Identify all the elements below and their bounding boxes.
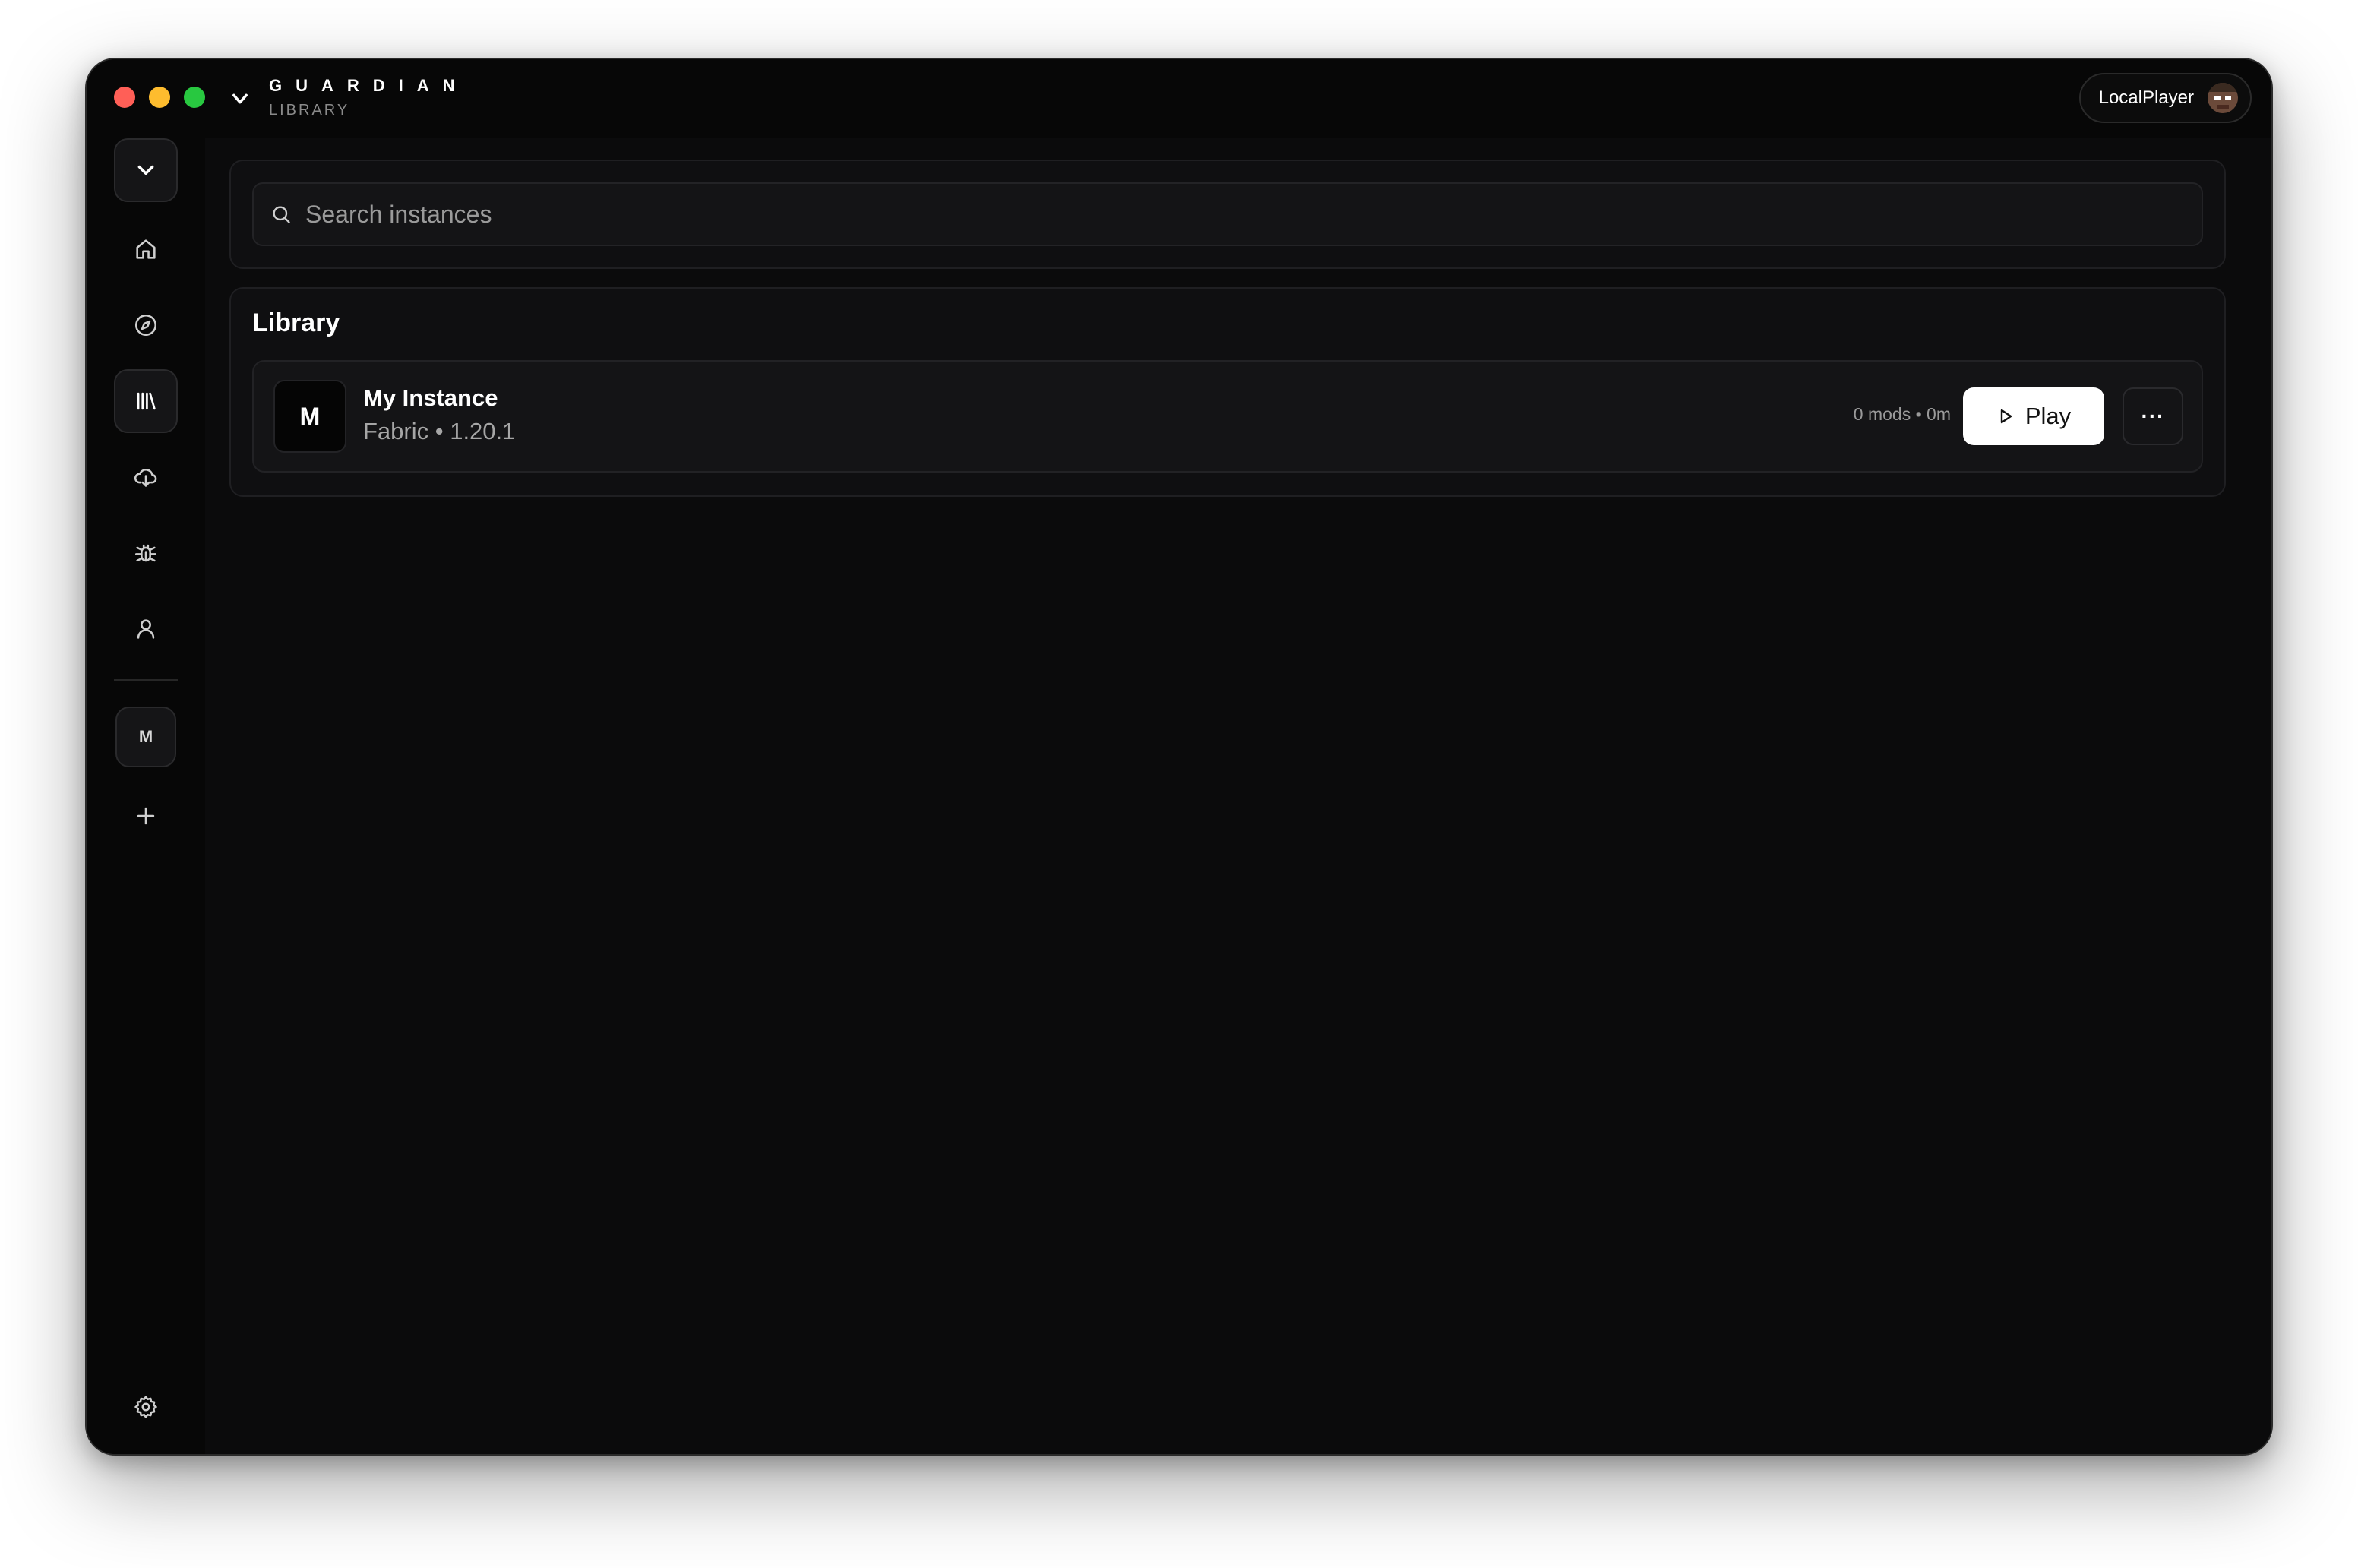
sidebar-item-downloads[interactable]	[114, 445, 178, 509]
play-icon	[2000, 409, 2012, 424]
more-options-icon: ···	[2141, 404, 2165, 428]
title-bar: GUARDIAN LIBRARY LocalPlayer	[87, 59, 2271, 138]
brand-chevron-icon	[232, 93, 248, 104]
close-window-button[interactable]	[114, 87, 135, 108]
compass-icon	[134, 314, 157, 337]
play-button[interactable]: Play	[1963, 387, 2104, 445]
instance-stats: 0 mods • 0m	[1853, 404, 1951, 424]
home-icon	[136, 239, 156, 259]
sidebar-item-discover[interactable]	[114, 293, 178, 357]
brand-section-label: LIBRARY	[269, 102, 350, 119]
sidebar-divider	[114, 679, 178, 681]
sidebar-item-account[interactable]	[114, 597, 178, 661]
minimize-window-button[interactable]	[149, 87, 170, 108]
instance-name: My Instance	[363, 384, 498, 411]
brand-name: GUARDIAN	[269, 76, 469, 95]
instance-loader-version: Fabric • 1.20.1	[363, 418, 516, 444]
main-content: Library M My Instance Fabric • 1.20.1 0 …	[205, 138, 2271, 1454]
search-panel	[229, 160, 2226, 269]
sidebar: M	[87, 138, 205, 1454]
sidebar-item-debug[interactable]	[114, 521, 178, 585]
sidebar-item-home[interactable]	[114, 217, 178, 281]
library-panel: Library M My Instance Fabric • 1.20.1 0 …	[229, 287, 2226, 497]
sidebar-instance-shortcut[interactable]: M	[115, 707, 176, 767]
instance-shortcut-letter: M	[138, 727, 153, 746]
bug-icon	[134, 544, 157, 562]
chevron-down-icon	[137, 165, 154, 175]
search-box[interactable]	[252, 182, 2203, 246]
sidebar-menu-button[interactable]	[114, 138, 178, 202]
more-options-button[interactable]: ···	[2123, 387, 2183, 445]
avatar	[2208, 83, 2238, 113]
maximize-window-button[interactable]	[184, 87, 205, 108]
add-instance-button[interactable]	[114, 784, 178, 848]
plus-icon	[137, 807, 155, 825]
search-input[interactable]	[304, 199, 2202, 229]
search-icon	[273, 206, 290, 223]
app-window: GUARDIAN LIBRARY LocalPlayer M Search in…	[85, 58, 2273, 1456]
library-title: Library	[252, 308, 340, 337]
gear-icon	[134, 1396, 157, 1418]
instance-card[interactable]: M My Instance Fabric • 1.20.1 0 mods • 0…	[252, 360, 2203, 473]
cloud-download-icon	[134, 469, 157, 487]
instance-icon: M	[273, 380, 346, 453]
sidebar-item-library[interactable]	[114, 369, 178, 433]
user-name: LocalPlayer	[2098, 87, 2194, 108]
user-icon	[137, 619, 155, 639]
user-account-button[interactable]: LocalPlayer	[2078, 73, 2252, 123]
play-button-label: Play	[2025, 403, 2072, 429]
library-icon	[137, 392, 156, 410]
settings-button[interactable]	[114, 1375, 178, 1439]
